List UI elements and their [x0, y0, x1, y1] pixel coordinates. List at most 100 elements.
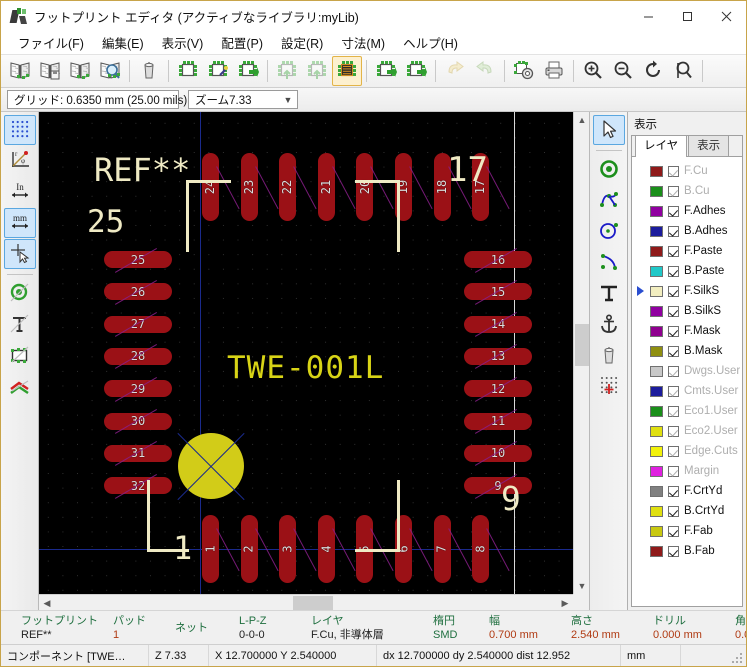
polar-coords-button[interactable]: rφ: [4, 146, 36, 176]
layer-color-swatch[interactable]: [650, 505, 663, 517]
pad-14[interactable]: 14: [464, 312, 532, 337]
layer-color-swatch[interactable]: [650, 345, 663, 357]
pad-23[interactable]: 23: [240, 153, 279, 221]
save-library-button[interactable]: [35, 56, 65, 86]
pad-26[interactable]: 26: [104, 279, 172, 305]
layer-color-swatch[interactable]: [650, 525, 663, 537]
layer-row-B.Fab[interactable]: B.Fab: [634, 541, 742, 561]
layer-row-Eco1.User[interactable]: Eco1.User: [634, 401, 742, 421]
layer-row-Edge.Cuts[interactable]: Edge.Cuts: [634, 441, 742, 461]
menu-edit[interactable]: 編集(E): [93, 31, 153, 55]
save-footprint-button[interactable]: [233, 56, 263, 86]
pad-4[interactable]: 4: [317, 515, 356, 583]
layer-row-B.Adhes[interactable]: B.Adhes: [634, 221, 742, 241]
delete-tool[interactable]: [593, 341, 625, 371]
layer-row-B.CrtYd[interactable]: B.CrtYd: [634, 501, 742, 521]
add-pad-tool[interactable]: [593, 155, 625, 185]
layer-row-F.Fab[interactable]: F.Fab: [634, 521, 742, 541]
layer-visibility-checkbox[interactable]: [668, 365, 679, 377]
scroll-down-icon[interactable]: ▼: [574, 578, 590, 594]
delete-footprint-button[interactable]: [134, 56, 164, 86]
layer-visibility-checkbox[interactable]: [668, 505, 679, 517]
pad-27[interactable]: 27: [104, 312, 172, 337]
browse-footprints-button[interactable]: [95, 56, 125, 86]
scroll-right-icon[interactable]: ▶: [557, 595, 573, 611]
layer-visibility-checkbox[interactable]: [668, 165, 679, 177]
layer-visibility-checkbox[interactable]: [668, 305, 679, 317]
layer-row-Margin[interactable]: Margin: [634, 461, 742, 481]
layer-color-swatch[interactable]: [650, 205, 663, 217]
footprint-properties-button[interactable]: [332, 56, 362, 86]
grid-select[interactable]: グリッド: 0.6350 mm (25.00 mils) ▼: [7, 90, 196, 109]
layer-visibility-checkbox[interactable]: [668, 205, 679, 217]
layer-row-B.Paste[interactable]: B.Paste: [634, 261, 742, 281]
resize-grip[interactable]: [732, 653, 744, 665]
pad-12[interactable]: 12: [464, 376, 532, 402]
zoom-select[interactable]: ズーム7.33 ▼: [188, 90, 298, 109]
scroll-up-icon[interactable]: ▲: [574, 112, 590, 128]
layer-row-B.Cu[interactable]: B.Cu: [634, 181, 742, 201]
layer-color-swatch[interactable]: [650, 405, 663, 417]
canvas-horizontal-scrollbar[interactable]: ◀ ▶: [39, 594, 573, 610]
close-button[interactable]: [707, 1, 746, 32]
canvas-vertical-scrollbar[interactable]: ▲ ▼: [573, 112, 589, 594]
toggle-grid-button[interactable]: [3, 115, 36, 145]
layer-row-B.Mask[interactable]: B.Mask: [634, 341, 742, 361]
layer-row-F.Cu[interactable]: F.Cu: [634, 161, 742, 181]
set-anchor-tool[interactable]: [593, 310, 625, 340]
layer-color-swatch[interactable]: [650, 485, 663, 497]
select-tool[interactable]: [592, 115, 625, 145]
layer-visibility-checkbox[interactable]: [668, 285, 679, 297]
menu-view[interactable]: 表示(V): [153, 31, 213, 55]
pad-31[interactable]: 31: [104, 441, 172, 467]
layer-visibility-checkbox[interactable]: [668, 265, 679, 277]
layer-row-Dwgs.User[interactable]: Dwgs.User: [634, 361, 742, 381]
pad-29[interactable]: 29: [104, 376, 172, 402]
menu-dimensions[interactable]: 寸法(M): [332, 31, 394, 55]
new-footprint-button[interactable]: [173, 56, 203, 86]
units-inch-button[interactable]: In: [4, 177, 36, 207]
layer-row-F.Mask[interactable]: F.Mask: [634, 321, 742, 341]
cursor-shape-button[interactable]: [3, 239, 36, 269]
pad-13[interactable]: 13: [464, 344, 532, 370]
menu-preferences[interactable]: 設定(R): [272, 31, 332, 55]
print-button[interactable]: [539, 56, 569, 86]
layer-color-swatch[interactable]: [650, 325, 663, 337]
layer-row-F.CrtYd[interactable]: F.CrtYd: [634, 481, 742, 501]
layer-color-swatch[interactable]: [650, 285, 663, 297]
set-origin-tool[interactable]: [593, 372, 625, 402]
pad-22[interactable]: 22: [279, 153, 317, 221]
tab-layers[interactable]: レイヤ: [635, 136, 688, 157]
layer-visibility-checkbox[interactable]: [668, 465, 679, 477]
layer-color-swatch[interactable]: [650, 445, 663, 457]
pad-8[interactable]: 8: [472, 515, 510, 583]
high-contrast-button[interactable]: [4, 372, 36, 402]
scroll-left-icon[interactable]: ◀: [39, 595, 55, 611]
add-text-tool[interactable]: [593, 279, 625, 309]
pcb-canvas[interactable]: 2423222120191817252627282930313216151413…: [39, 112, 573, 594]
add-circle-tool[interactable]: [593, 217, 625, 247]
pad-21[interactable]: 21: [317, 153, 356, 221]
layer-color-swatch[interactable]: [650, 245, 663, 257]
layer-visibility-checkbox[interactable]: [668, 525, 679, 537]
pad-20[interactable]: 20: [356, 153, 394, 221]
layer-visibility-checkbox[interactable]: [668, 405, 679, 417]
pad-7[interactable]: 7: [433, 515, 472, 583]
pad-3[interactable]: 3: [279, 515, 317, 583]
layer-color-swatch[interactable]: [650, 165, 663, 177]
pad-15[interactable]: 15: [464, 279, 532, 305]
pad-16[interactable]: 16: [464, 247, 532, 273]
pad-25[interactable]: 25: [104, 247, 172, 273]
layer-row-F.SilkS[interactable]: F.SilkS: [634, 281, 742, 301]
zoom-out-button[interactable]: [608, 56, 638, 86]
layer-color-swatch[interactable]: [650, 265, 663, 277]
pad-32[interactable]: 32: [104, 473, 172, 499]
add-line-tool[interactable]: [593, 186, 625, 216]
value-text[interactable]: TWE-001L: [227, 353, 384, 384]
show-edges-sketch-button[interactable]: [4, 341, 36, 371]
minimize-button[interactable]: [629, 1, 668, 32]
layer-color-swatch[interactable]: [650, 365, 663, 377]
layer-row-Cmts.User[interactable]: Cmts.User: [634, 381, 742, 401]
pad-24[interactable]: 24: [202, 153, 240, 221]
show-pads-sketch-button[interactable]: [4, 279, 36, 309]
